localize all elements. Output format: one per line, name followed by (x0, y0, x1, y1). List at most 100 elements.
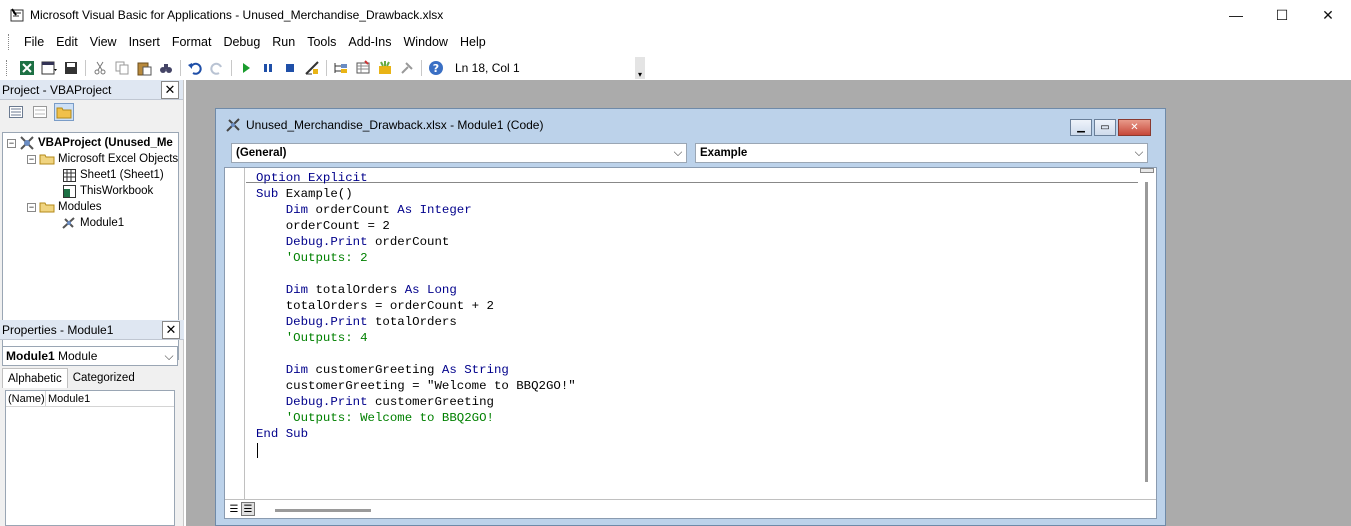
toolbox-icon[interactable] (396, 57, 418, 79)
collapse-icon[interactable]: − (7, 138, 16, 148)
horizontal-scrollbar[interactable] (275, 509, 371, 512)
menu-grip[interactable] (8, 34, 12, 50)
vertical-scrollbar[interactable] (1138, 168, 1156, 499)
menu-edit[interactable]: Edit (50, 35, 84, 49)
property-row-name[interactable]: (Name) Module1 (6, 390, 174, 407)
properties-object-select[interactable]: Module1 Module ⌵ (2, 346, 178, 366)
code-text[interactable]: Option Explicit Sub Example() Dim orderCo… (256, 170, 576, 458)
procedure-view-icon[interactable]: ☰ (227, 502, 241, 516)
object-combo[interactable]: (General) ⌵ (231, 143, 687, 163)
code-line[interactable]: Dim customerGreeting As String (256, 362, 576, 378)
tree-node-module1[interactable]: Module1 (61, 215, 124, 231)
insert-module-icon[interactable] (38, 57, 60, 79)
code-window-minimize-button[interactable]: ▁ (1070, 119, 1092, 136)
tab-alphabetic[interactable]: Alphabetic (2, 368, 68, 388)
design-mode-icon[interactable] (301, 57, 323, 79)
code-line[interactable]: End Sub (256, 426, 576, 442)
menu-insert[interactable]: Insert (123, 35, 166, 49)
toolbar-options-icon[interactable]: ▾ (635, 56, 645, 79)
window-title: Microsoft Visual Basic for Applications … (30, 8, 444, 22)
code-window-restore-button[interactable]: ▭ (1094, 119, 1116, 136)
code-window-close-button[interactable]: ✕ (1118, 119, 1151, 136)
menu-view[interactable]: View (84, 35, 123, 49)
object-browser-icon[interactable] (374, 57, 396, 79)
menu-format[interactable]: Format (166, 35, 218, 49)
code-token: totalOrders (374, 315, 457, 329)
chevron-down-icon: ⌵ (673, 146, 683, 159)
procedure-combo[interactable]: Example ⌵ (695, 143, 1148, 163)
save-icon[interactable] (60, 57, 82, 79)
code-comment: 'Outputs: 4 (256, 331, 368, 345)
code-line[interactable] (256, 266, 576, 282)
scrollbar-thumb[interactable] (1145, 182, 1148, 482)
excel-icon[interactable] (16, 57, 38, 79)
menu-window[interactable]: Window (398, 35, 454, 49)
run-icon[interactable] (235, 57, 257, 79)
cut-icon[interactable] (89, 57, 111, 79)
editor-bottom-bar: ☰ ☰ (225, 499, 1156, 518)
menu-file[interactable]: File (18, 35, 50, 49)
code-line[interactable]: 'Outputs: 4 (256, 330, 576, 346)
tree-label-modules: Modules (58, 201, 102, 213)
menu-debug[interactable]: Debug (217, 35, 266, 49)
tree-node-thisworkbook[interactable]: ThisWorkbook (61, 183, 153, 199)
tree-node-excel-objects[interactable]: − Microsoft Excel Objects (27, 151, 178, 167)
toolbar-grip[interactable] (6, 59, 10, 76)
code-line[interactable]: Dim orderCount As Integer (256, 202, 576, 218)
code-line[interactable] (256, 442, 576, 458)
code-keyword: As Integer (397, 203, 472, 217)
menu-add-ins[interactable]: Add-Ins (342, 35, 397, 49)
paste-icon[interactable] (133, 57, 155, 79)
project-toolbar (0, 100, 183, 124)
code-editor[interactable]: Option Explicit Sub Example() Dim orderCo… (224, 167, 1157, 519)
split-bar[interactable] (1140, 168, 1154, 173)
menu-help[interactable]: Help (454, 35, 492, 49)
code-line[interactable]: Sub Example() (256, 186, 576, 202)
code-line[interactable]: Debug.Print orderCount (256, 234, 576, 250)
redo-icon[interactable] (206, 57, 228, 79)
maximize-button[interactable]: ☐ (1259, 0, 1305, 30)
collapse-icon[interactable]: − (27, 202, 36, 212)
project-explorer-icon[interactable] (330, 57, 352, 79)
code-line[interactable] (256, 346, 576, 362)
menu-run[interactable]: Run (266, 35, 301, 49)
find-icon[interactable] (155, 57, 177, 79)
menu-tools[interactable]: Tools (301, 35, 342, 49)
code-keyword: Dim (256, 363, 316, 377)
properties-icon[interactable] (352, 57, 374, 79)
copy-icon[interactable] (111, 57, 133, 79)
properties-tabs: Alphabetic Categorized (2, 368, 140, 388)
minimize-button[interactable]: — (1213, 0, 1259, 30)
reset-icon[interactable] (279, 57, 301, 79)
undo-icon[interactable] (184, 57, 206, 79)
code-line[interactable]: 'Outputs: Welcome to BBQ2GO! (256, 410, 576, 426)
code-line[interactable]: orderCount = 2 (256, 218, 576, 234)
view-code-icon[interactable] (6, 103, 26, 121)
tree-label-vbaproject: VBAProject (Unused_Me (38, 137, 173, 149)
code-line[interactable]: Debug.Print customerGreeting (256, 394, 576, 410)
properties-close-icon[interactable]: ✕ (162, 320, 180, 339)
code-line[interactable]: Debug.Print totalOrders (256, 314, 576, 330)
tree-node-modules[interactable]: − Modules (27, 199, 101, 215)
code-line[interactable]: customerGreeting = "Welcome to BBQ2GO!" (256, 378, 576, 394)
view-object-icon[interactable] (30, 103, 50, 121)
full-module-view-icon[interactable]: ☰ (241, 502, 255, 516)
tree-node-vbaproject[interactable]: − VBAProject (Unused_Me (7, 135, 173, 151)
margin-indicator-bar[interactable] (225, 168, 245, 499)
code-token: totalOrders (315, 283, 405, 297)
tree-node-sheet1[interactable]: Sheet1 (Sheet1) (61, 167, 164, 183)
property-value[interactable]: Module1 (46, 393, 90, 405)
code-keyword: As Long (404, 283, 457, 297)
close-button[interactable]: ✕ (1305, 0, 1351, 30)
code-line[interactable]: Option Explicit (256, 170, 576, 186)
code-line[interactable]: Dim totalOrders As Long (256, 282, 576, 298)
project-close-icon[interactable]: ✕ (161, 80, 179, 99)
help-icon[interactable]: ? (425, 57, 447, 79)
code-token: orderCount = 2 (256, 219, 390, 233)
break-icon[interactable] (257, 57, 279, 79)
collapse-icon[interactable]: − (27, 154, 36, 164)
tab-categorized[interactable]: Categorized (68, 368, 140, 388)
toggle-folders-icon[interactable] (54, 103, 74, 121)
code-line[interactable]: 'Outputs: 2 (256, 250, 576, 266)
code-line[interactable]: totalOrders = orderCount + 2 (256, 298, 576, 314)
